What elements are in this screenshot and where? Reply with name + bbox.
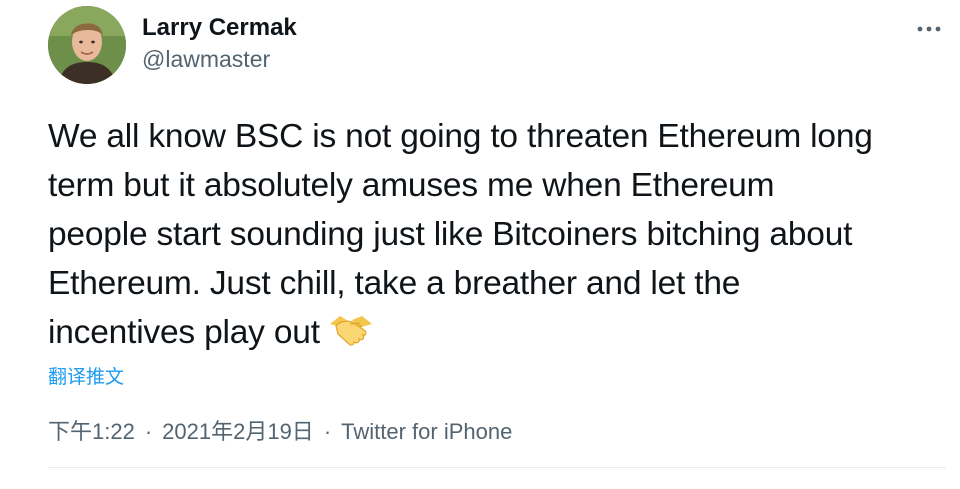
author-name[interactable]: Larry Cermak bbox=[142, 14, 297, 42]
tweet-text-line: incentives play out bbox=[48, 314, 320, 351]
tweet-text: We all know BSC is not going to threaten… bbox=[48, 112, 953, 357]
avatar-image bbox=[48, 6, 126, 84]
author-handle[interactable]: @lawmaster bbox=[142, 46, 270, 73]
tweet-meta: 下午1:22 · 2021年2月19日 · Twitter for iPhone bbox=[48, 414, 512, 446]
divider bbox=[48, 467, 946, 468]
handshake-emoji bbox=[328, 310, 374, 350]
tweet-text-last-line: incentives play out bbox=[48, 308, 953, 357]
tweet-text-line: We all know BSC is not going to threaten… bbox=[48, 118, 873, 155]
tweet-time[interactable]: 下午1:22 bbox=[48, 419, 135, 444]
tweet-date[interactable]: 2021年2月19日 bbox=[162, 419, 314, 444]
avatar[interactable] bbox=[48, 6, 126, 84]
tweet-source[interactable]: Twitter for iPhone bbox=[341, 419, 512, 444]
tweet-text-line: people start sounding just like Bitcoine… bbox=[48, 216, 853, 253]
more-horizontal-icon[interactable] bbox=[914, 14, 944, 44]
tweet-text-line: term but it absolutely amuses me when Et… bbox=[48, 167, 775, 204]
meta-separator: · bbox=[323, 419, 332, 444]
translate-tweet-link[interactable]: 翻译推文 bbox=[48, 362, 124, 389]
tweet-card: Larry Cermak @lawmaster We all know BSC … bbox=[0, 0, 960, 489]
meta-separator: · bbox=[144, 419, 153, 444]
tweet-text-line: Ethereum. Just chill, take a breather an… bbox=[48, 265, 741, 302]
